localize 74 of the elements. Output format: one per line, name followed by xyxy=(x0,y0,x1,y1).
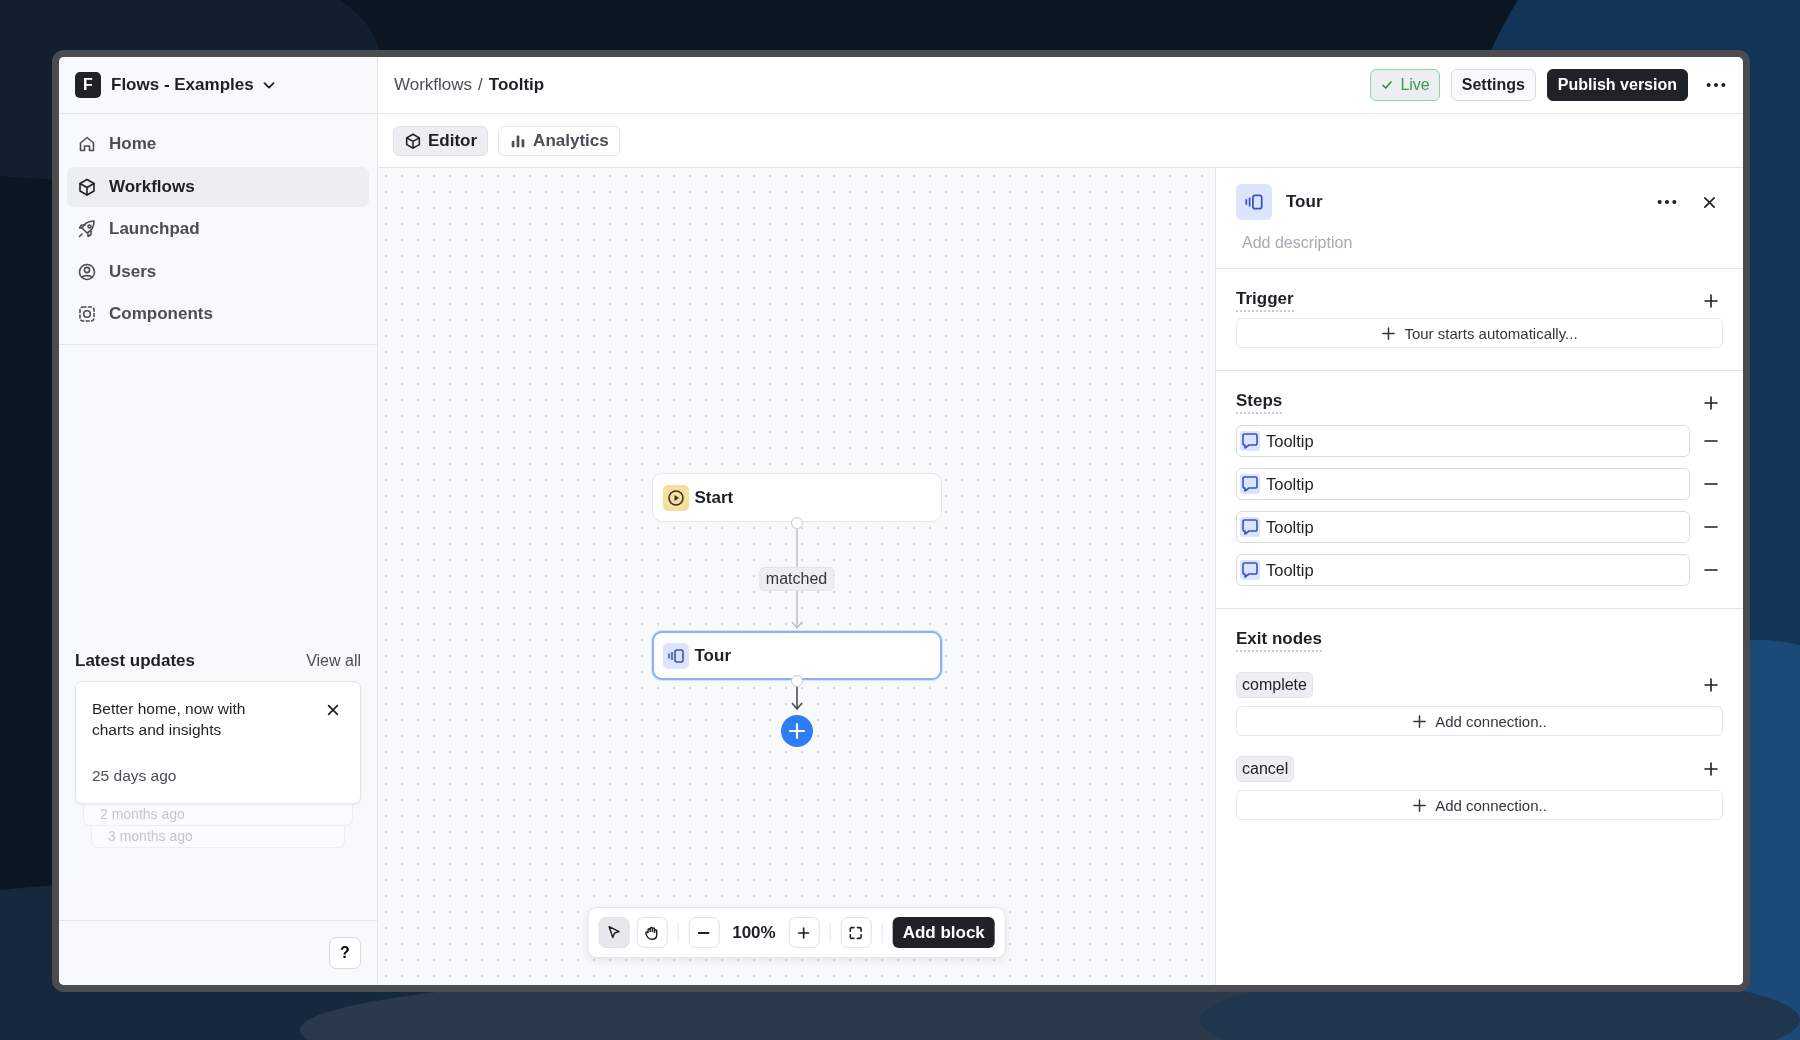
users-icon xyxy=(77,261,97,282)
more-icon[interactable] xyxy=(1705,81,1727,89)
add-icon[interactable] xyxy=(1703,292,1719,309)
description-field[interactable]: Add description xyxy=(1236,234,1723,252)
cube-icon xyxy=(404,131,422,150)
sidebar-item[interactable]: Home xyxy=(67,124,369,164)
view-tab[interactable]: Editor xyxy=(393,125,489,156)
home-icon xyxy=(77,134,97,154)
step-item[interactable]: Tooltip xyxy=(1236,511,1690,543)
workspace-logo: F xyxy=(75,72,101,98)
section-title: Latest updates xyxy=(75,651,195,671)
remove-icon[interactable] xyxy=(1704,482,1718,486)
more-icon[interactable] xyxy=(1656,198,1678,206)
step-item[interactable]: Tooltip xyxy=(1236,554,1690,586)
plus-icon xyxy=(1381,325,1397,341)
panel-title: Tour xyxy=(1286,192,1324,212)
exit-node-tag: cancel xyxy=(1236,756,1295,782)
workspace-switcher[interactable]: Flows - Examples xyxy=(111,75,278,95)
breadcrumb-link[interactable]: Workflows xyxy=(394,75,473,95)
add-block-button[interactable]: Add block xyxy=(892,917,995,948)
speech-bubble-icon xyxy=(1240,431,1260,451)
help-button[interactable]: ? xyxy=(329,937,361,969)
minus-icon xyxy=(697,930,710,935)
play-icon xyxy=(665,487,686,508)
remove-icon[interactable] xyxy=(1704,439,1718,443)
add-trigger-button[interactable]: Tour starts automatically... xyxy=(1236,318,1723,348)
view-tab[interactable]: Analytics xyxy=(498,125,620,156)
update-card[interactable]: Better home, now with charts and insights 25 days ago xyxy=(75,681,361,804)
section-title: Exit nodes xyxy=(1236,629,1322,652)
sidebar-item[interactable]: Users xyxy=(67,251,369,292)
step-item[interactable]: Tooltip xyxy=(1236,468,1690,500)
add-icon[interactable] xyxy=(1703,394,1719,411)
breadcrumb-current: Tooltip xyxy=(488,75,545,95)
fit-view-button[interactable] xyxy=(840,917,872,948)
components-icon xyxy=(77,304,97,324)
plus-icon xyxy=(1412,797,1428,813)
breadcrumb-separator: / xyxy=(478,75,483,95)
check-icon xyxy=(1380,78,1395,92)
add-icon[interactable] xyxy=(1703,677,1719,693)
update-time: 25 days ago xyxy=(92,767,178,785)
edge-label: matched xyxy=(758,567,835,591)
publish-button[interactable]: Publish version xyxy=(1546,69,1688,101)
slides-icon xyxy=(1236,184,1272,220)
zoom-out-button[interactable] xyxy=(688,917,720,948)
section-title: Steps xyxy=(1236,391,1283,414)
sidebar-item[interactable]: Components xyxy=(67,294,369,334)
remove-icon[interactable] xyxy=(1704,525,1718,529)
settings-button[interactable]: Settings xyxy=(1450,69,1536,101)
close-icon[interactable] xyxy=(326,703,340,717)
flow-node[interactable]: Start xyxy=(651,473,942,522)
workflows-icon xyxy=(77,176,97,197)
add-connection-button[interactable]: Add connection.. xyxy=(1236,706,1723,736)
section-title: Trigger xyxy=(1236,289,1294,312)
add-icon[interactable] xyxy=(1703,761,1719,777)
speech-bubble-icon xyxy=(1240,560,1260,580)
add-node-button[interactable] xyxy=(780,715,813,747)
close-icon[interactable] xyxy=(1702,194,1717,210)
plus-icon xyxy=(1412,713,1428,729)
step-item[interactable]: Tooltip xyxy=(1236,425,1690,457)
speech-bubble-icon xyxy=(1240,517,1260,537)
sidebar-item[interactable]: Launchpad xyxy=(67,209,369,249)
exit-node-tag: complete xyxy=(1236,672,1313,698)
zoom-in-button[interactable] xyxy=(788,917,820,948)
launchpad-icon xyxy=(77,219,97,239)
update-text: Better home, now with charts and insights xyxy=(92,699,247,740)
speech-bubble-icon xyxy=(1240,474,1260,494)
sidebar-item[interactable]: Workflows xyxy=(67,166,369,207)
view-all-link[interactable]: View all xyxy=(306,652,361,670)
remove-icon[interactable] xyxy=(1704,568,1718,572)
tool-button[interactable] xyxy=(636,917,668,948)
flow-node[interactable]: Tour xyxy=(651,631,942,680)
add-connection-button[interactable]: Add connection.. xyxy=(1236,790,1723,820)
zoom-level: 100% xyxy=(731,922,777,943)
tool-button[interactable] xyxy=(598,917,630,948)
